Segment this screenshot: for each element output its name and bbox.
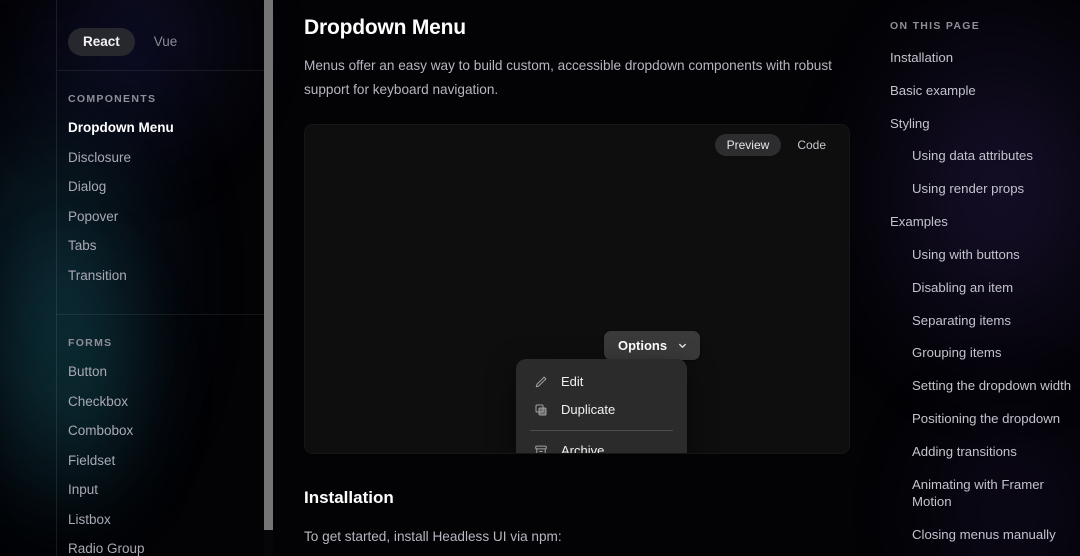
- toc-item-positioning-the-dropdown[interactable]: Positioning the dropdown: [890, 410, 1072, 428]
- toc-item-disabling-an-item[interactable]: Disabling an item: [890, 279, 1072, 297]
- sidebar-item-fieldset[interactable]: Fieldset: [68, 453, 265, 484]
- sidebar-item-button[interactable]: Button: [68, 365, 265, 395]
- toc-item-closing-menus-manually[interactable]: Closing menus manually: [890, 526, 1072, 544]
- sidebar-item-checkbox[interactable]: Checkbox: [68, 394, 265, 425]
- tab-code[interactable]: Code: [785, 134, 838, 156]
- main-content: Dropdown Menu Menus offer an easy way to…: [280, 0, 870, 556]
- framework-option-react[interactable]: React: [68, 28, 135, 56]
- sidebar-section-label-forms: Forms: [68, 337, 113, 349]
- sidebar: React Vue Components Dropdown Menu Discl…: [56, 0, 265, 556]
- sidebar-item-listbox[interactable]: Listbox: [68, 512, 265, 543]
- toc-item-separating-items[interactable]: Separating items: [890, 312, 1072, 330]
- pencil-icon: [534, 375, 548, 389]
- sidebar-scroll-area[interactable]: React Vue Components Dropdown Menu Discl…: [57, 0, 265, 556]
- dropdown-menu-panel: Edit Duplicate Archive: [516, 358, 687, 454]
- toc-item-setting-the-dropdown-width[interactable]: Setting the dropdown width: [890, 377, 1072, 395]
- page-intro-paragraph: Menus offer an easy way to build custom,…: [304, 58, 832, 97]
- tab-preview[interactable]: Preview: [714, 133, 782, 156]
- sidebar-section-forms: Forms Button Checkbox Combobox Fieldset …: [57, 315, 265, 556]
- menu-item-archive[interactable]: Archive: [516, 437, 687, 454]
- framework-toggle[interactable]: React Vue: [57, 0, 265, 70]
- sidebar-item-combobox[interactable]: Combobox: [68, 424, 265, 454]
- options-trigger-button[interactable]: Options: [604, 330, 701, 360]
- installation-heading: Installation: [304, 487, 394, 507]
- toc-item-styling[interactable]: Styling: [890, 115, 1072, 133]
- tab-preview-label: Preview: [726, 137, 770, 152]
- sidebar-scrollbar-track[interactable]: [264, 0, 273, 556]
- sidebar-section-components: Components Dropdown Menu Disclosure Dial…: [57, 71, 265, 298]
- sidebar-item-radio-group[interactable]: Radio Group: [68, 542, 265, 556]
- menu-separator: [530, 429, 673, 431]
- framework-option-vue[interactable]: Vue: [139, 28, 193, 56]
- menu-item-edit-label: Edit: [561, 374, 584, 390]
- sidebar-scrollbar-thumb[interactable]: [264, 0, 273, 530]
- toc-item-examples[interactable]: Examples: [890, 213, 1072, 231]
- sidebar-item-tabs[interactable]: Tabs: [68, 239, 265, 269]
- on-this-page-label: On this page: [890, 20, 981, 32]
- toc-item-using-with-buttons[interactable]: Using with buttons: [890, 246, 1072, 264]
- sidebar-item-transition[interactable]: Transition: [68, 268, 265, 299]
- toc-item-adding-transitions[interactable]: Adding transitions: [890, 443, 1072, 461]
- page-title: Dropdown Menu: [304, 16, 466, 39]
- menu-item-edit[interactable]: Edit: [516, 368, 687, 396]
- sidebar-item-popover[interactable]: Popover: [68, 209, 265, 240]
- chevron-down-icon: [677, 340, 688, 351]
- app-root: React Vue Components Dropdown Menu Discl…: [0, 0, 1080, 556]
- toc-item-using-data-attributes[interactable]: Using data attributes: [890, 147, 1072, 165]
- menu-item-duplicate[interactable]: Duplicate: [516, 396, 687, 424]
- toc-item-grouping-items[interactable]: Grouping items: [890, 344, 1072, 362]
- archive-box-icon: [534, 444, 548, 453]
- sidebar-item-disclosure[interactable]: Disclosure: [68, 150, 265, 181]
- sidebar-item-dialog[interactable]: Dialog: [68, 180, 265, 210]
- framework-option-react-label: React: [83, 34, 120, 50]
- framework-option-vue-label: Vue: [153, 34, 178, 50]
- on-this-page-nav: On this page Installation Basic example …: [890, 0, 1080, 556]
- preview-code-toggle[interactable]: Preview Code: [714, 133, 838, 156]
- sidebar-section-label-components: Components: [68, 93, 157, 105]
- toc-item-installation[interactable]: Installation: [890, 49, 1072, 67]
- menu-item-archive-label: Archive: [561, 443, 605, 454]
- tab-code-label: Code: [797, 137, 826, 152]
- toc-item-using-render-props[interactable]: Using render props: [890, 180, 1072, 198]
- toc-item-basic-example[interactable]: Basic example: [890, 82, 1072, 100]
- example-preview-card: Preview Code Options Edit Duplicate Arch…: [304, 123, 850, 454]
- sidebar-item-dropdown-menu[interactable]: Dropdown Menu: [68, 121, 265, 151]
- installation-paragraph: To get started, install Headless UI via …: [304, 528, 562, 544]
- duplicate-icon: [534, 403, 548, 417]
- options-trigger-label: Options: [618, 337, 668, 353]
- menu-item-duplicate-label: Duplicate: [561, 402, 616, 418]
- toc-item-animating-with-framer-motion[interactable]: Animating with Framer Motion: [890, 476, 1072, 512]
- sidebar-item-input[interactable]: Input: [68, 483, 265, 513]
- dropdown-demo: Options Edit Duplicate Archive: [305, 125, 849, 453]
